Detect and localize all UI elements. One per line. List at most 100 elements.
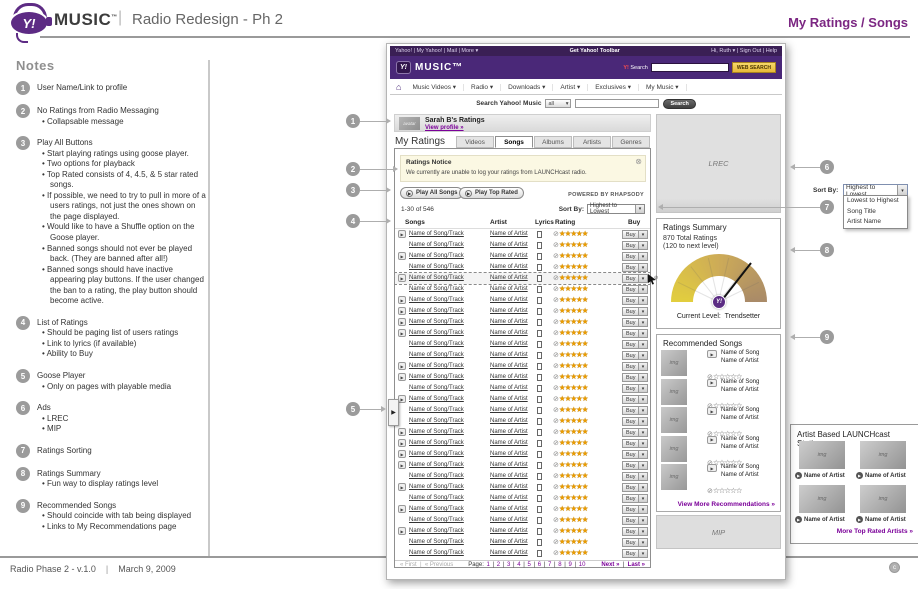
table-row[interactable]: ▶Name of Song/TrackName of Artist⊘★★★★★B…	[395, 229, 650, 240]
page-link-5[interactable]: 5	[528, 562, 531, 568]
recommended-item[interactable]: img▶Name of SongName of Artist⊘☆☆☆☆☆	[657, 464, 782, 492]
topbar-link[interactable]: Hi, Ruth ▾	[711, 48, 735, 54]
artist-link[interactable]: Name of Artist	[490, 407, 528, 413]
buy-dropdown[interactable]: Buy▾	[622, 527, 648, 536]
rating-stars[interactable]: ⊘★★★★★	[553, 306, 588, 315]
song-link[interactable]: Name of Song/Track	[409, 330, 464, 336]
lyrics-checkbox[interactable]	[537, 286, 542, 293]
star-icons[interactable]: ★★★★★	[559, 229, 588, 238]
table-row[interactable]: ▶Name of Song/TrackName of Artist⊘★★★★★B…	[395, 372, 650, 383]
nav-item-exclusives[interactable]: Exclusives ▾	[588, 84, 639, 91]
play-icon[interactable]: ▶	[398, 428, 406, 436]
artist-link[interactable]: Name of Artist	[490, 550, 528, 556]
rec-song-name[interactable]: Name of Song	[721, 350, 759, 356]
table-row[interactable]: Name of Song/TrackName of Artist⊘★★★★★Bu…	[395, 537, 650, 548]
star-icons[interactable]: ★★★★★	[559, 295, 588, 304]
play-icon[interactable]: ▶	[398, 373, 406, 381]
song-link[interactable]: Name of Song/Track	[409, 253, 464, 259]
song-link[interactable]: Name of Song/Track	[409, 440, 464, 446]
play-icon[interactable]: ▶	[398, 307, 406, 315]
nav-item-music[interactable]: Music Videos ▾	[405, 84, 464, 91]
lyrics-checkbox[interactable]	[537, 374, 542, 381]
buy-dropdown[interactable]: Buy▾	[622, 406, 648, 415]
artist-link[interactable]: Name of Artist	[490, 396, 528, 402]
rec-song-name[interactable]: Name of Song	[721, 407, 759, 413]
topbar-right-links[interactable]: Hi, Ruth ▾ | Sign Out | Help	[711, 48, 777, 54]
rating-stars[interactable]: ⊘★★★★★	[553, 449, 588, 458]
lyrics-checkbox[interactable]	[537, 484, 542, 491]
site-search-input[interactable]	[575, 99, 659, 108]
rating-stars[interactable]: ⊘★★★★★	[553, 328, 588, 337]
rating-stars[interactable]: ⊘★★★★★	[553, 339, 588, 348]
lyrics-checkbox[interactable]	[537, 429, 542, 436]
artist-link[interactable]: Name of Artist	[490, 374, 528, 380]
table-row[interactable]: ▶Name of Song/TrackName of Artist⊘★★★★★B…	[395, 394, 650, 405]
page-link-8[interactable]: 8	[558, 562, 561, 568]
table-row[interactable]: Name of Song/TrackName of Artist⊘★★★★★Bu…	[395, 405, 650, 416]
rating-stars[interactable]: ⊘★★★★★	[553, 482, 588, 491]
star-icons[interactable]: ★★★★★	[559, 361, 588, 370]
star-icons[interactable]: ★★★★★	[559, 416, 588, 425]
rating-stars[interactable]: ⊘★★★★★	[553, 284, 588, 293]
artist-link[interactable]: Name of Artist	[490, 528, 528, 534]
topbar-link[interactable]: Help	[766, 48, 777, 54]
rating-stars[interactable]: ⊘★★★★★	[553, 504, 588, 513]
song-link[interactable]: Name of Song/Track	[409, 363, 464, 369]
artist-link[interactable]: Name of Artist	[490, 418, 528, 424]
rec-artist-name[interactable]: Name of Artist	[721, 444, 759, 450]
buy-dropdown[interactable]: Buy▾	[622, 241, 648, 250]
star-icons[interactable]: ★★★★★	[559, 240, 588, 249]
get-toolbar-link[interactable]: Get Yahoo! Toolbar	[478, 48, 711, 54]
lyrics-checkbox[interactable]	[537, 440, 542, 447]
table-row[interactable]: ▶Name of Song/TrackName of Artist⊘★★★★★B…	[395, 251, 650, 262]
page-link-3[interactable]: 3	[507, 562, 510, 568]
lyrics-checkbox[interactable]	[537, 385, 542, 392]
lyrics-checkbox[interactable]	[537, 363, 542, 370]
artist-link[interactable]: Name of Artist	[490, 506, 528, 512]
song-link[interactable]: Name of Song/Track	[409, 341, 464, 347]
artist-link[interactable]: Name of Artist	[490, 341, 528, 347]
play-icon[interactable]: ▶	[398, 527, 406, 535]
rec-song-name[interactable]: Name of Song	[721, 436, 759, 442]
more-top-rated-artists-link[interactable]: More Top Rated Artists »	[837, 528, 913, 535]
recommended-item[interactable]: img▶Name of SongName of Artist⊘☆☆☆☆☆	[657, 407, 782, 435]
topbar-left-links[interactable]: Yahoo! | My Yahoo! | Mail | More ▾	[395, 48, 478, 54]
station-thumb[interactable]: img	[799, 485, 845, 513]
table-row[interactable]: ▶Name of Song/TrackName of Artist⊘★★★★★B…	[395, 460, 650, 471]
table-row[interactable]: Name of Song/TrackName of Artist⊘★★★★★Bu…	[395, 493, 650, 504]
lyrics-checkbox[interactable]	[537, 495, 542, 502]
play-icon[interactable]: ▶	[398, 395, 406, 403]
lyrics-checkbox[interactable]	[537, 341, 542, 348]
table-row[interactable]: Name of Song/TrackName of Artist⊘★★★★★Bu…	[395, 515, 650, 526]
view-more-recommendations-link[interactable]: View More Recommendations »	[678, 501, 775, 508]
play-icon[interactable]: ▶	[398, 505, 406, 513]
buy-dropdown[interactable]: Buy▾	[622, 395, 648, 404]
table-row[interactable]: ▶Name of Song/TrackName of Artist⊘★★★★★B…	[395, 273, 650, 284]
nav-item-downloads[interactable]: Downloads ▾	[501, 84, 553, 91]
table-row[interactable]: Name of Song/TrackName of Artist⊘★★★★★Bu…	[395, 284, 650, 295]
rating-stars[interactable]: ⊘★★★★★	[553, 471, 588, 480]
table-row[interactable]: ▶Name of Song/TrackName of Artist⊘★★★★★B…	[395, 317, 650, 328]
rating-stars[interactable]: ⊘★★★★★	[553, 526, 588, 535]
play-all-songs-button[interactable]: ▶Play All Songs	[400, 187, 463, 199]
table-row[interactable]: ▶Name of Song/TrackName of Artist⊘★★★★★B…	[395, 438, 650, 449]
play-icon[interactable]: ▶	[398, 362, 406, 370]
table-row[interactable]: Name of Song/TrackName of Artist⊘★★★★★Bu…	[395, 548, 650, 559]
lyrics-checkbox[interactable]	[537, 506, 542, 513]
star-icons[interactable]: ★★★★★	[559, 394, 588, 403]
lyrics-checkbox[interactable]	[537, 264, 542, 271]
rating-stars[interactable]: ⊘★★★★★	[553, 460, 588, 469]
artist-link[interactable]: Name of Artist	[490, 352, 528, 358]
buy-dropdown[interactable]: Buy▾	[622, 263, 648, 272]
buy-dropdown[interactable]: Buy▾	[622, 329, 648, 338]
star-icons[interactable]: ★★★★★	[559, 262, 588, 271]
play-icon[interactable]: ▶	[707, 436, 717, 444]
artist-link[interactable]: Name of Artist	[490, 231, 528, 237]
buy-dropdown[interactable]: Buy▾	[622, 296, 648, 305]
song-link[interactable]: Name of Song/Track	[409, 308, 464, 314]
buy-dropdown[interactable]: Buy▾	[622, 384, 648, 393]
buy-dropdown[interactable]: Buy▾	[622, 516, 648, 525]
sort-option[interactable]: Lowest to Highest	[844, 196, 907, 207]
rating-stars[interactable]: ⊘★★★★★	[553, 372, 588, 381]
star-icons[interactable]: ★★★★★	[559, 273, 588, 282]
